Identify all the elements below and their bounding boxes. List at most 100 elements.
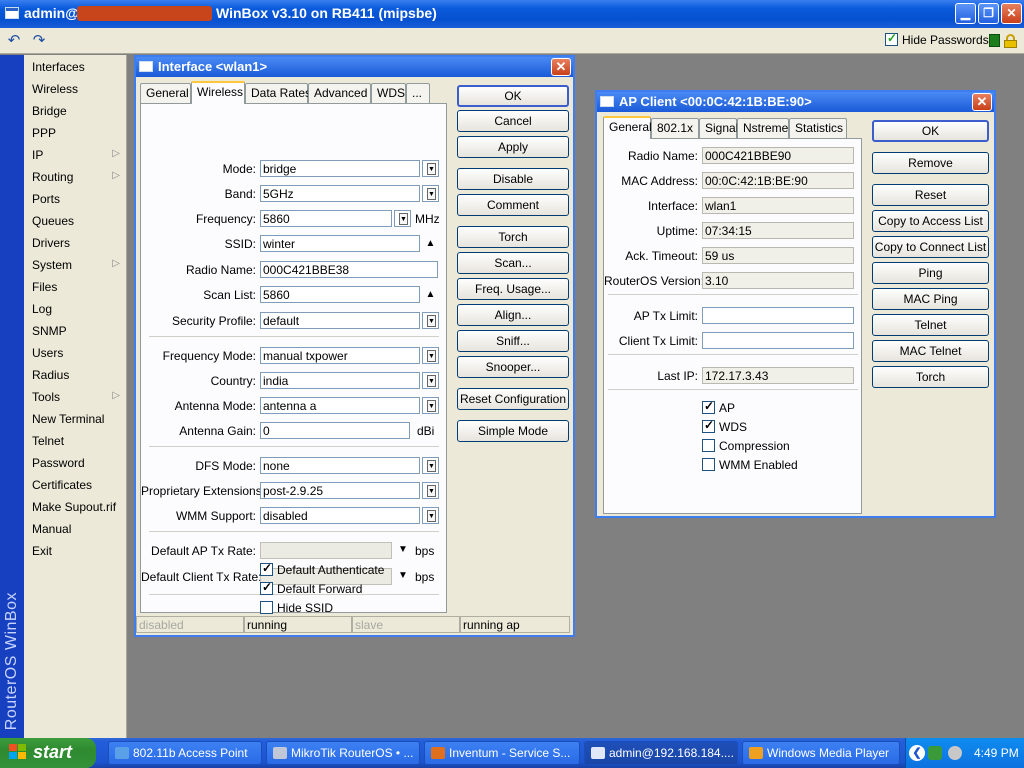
start-button[interactable]: start bbox=[0, 738, 96, 768]
align-button[interactable]: Align... bbox=[457, 304, 569, 326]
sidebar-item-interfaces[interactable]: Interfaces bbox=[32, 60, 124, 78]
wmm-field[interactable]: disabled bbox=[260, 507, 420, 524]
dropdown-arrow-icon[interactable] bbox=[422, 457, 439, 474]
sidebar-item-password[interactable]: Password bbox=[32, 456, 124, 474]
copy-to-connect-list-button[interactable]: Copy to Connect List bbox=[872, 236, 989, 258]
ap-tx-rate-field[interactable] bbox=[260, 542, 392, 559]
dropdown-arrow-icon[interactable]: ▼ bbox=[398, 544, 408, 555]
taskbar-item-4[interactable]: admin@192.168.184.... bbox=[584, 741, 738, 765]
tab-signal[interactable]: Signal bbox=[699, 118, 738, 138]
telnet-button[interactable]: Telnet bbox=[872, 314, 989, 336]
tab-data-rates[interactable]: Data Rates bbox=[245, 83, 311, 103]
tab-advanced[interactable]: Advanced bbox=[308, 83, 371, 103]
scan-button[interactable]: Scan... bbox=[457, 252, 569, 274]
sidebar-item-certificates[interactable]: Certificates bbox=[32, 478, 124, 496]
dropdown-arrow-icon[interactable] bbox=[422, 347, 439, 364]
sidebar-item-exit[interactable]: Exit bbox=[32, 544, 124, 562]
sidebar-item-snmp[interactable]: SNMP bbox=[32, 324, 124, 342]
compression-checkbox[interactable]: Compression bbox=[702, 439, 790, 453]
ok-button[interactable]: OK bbox=[457, 85, 569, 107]
sidebar-item-tools[interactable]: Tools ▷ bbox=[32, 390, 124, 408]
sidebar-item-files[interactable]: Files bbox=[32, 280, 124, 298]
close-button[interactable]: ✕ bbox=[1001, 3, 1022, 24]
torch-button[interactable]: Torch bbox=[457, 226, 569, 248]
sidebar-item-radius[interactable]: Radius bbox=[32, 368, 124, 386]
dropdown-arrow-icon[interactable] bbox=[394, 210, 411, 227]
sidebar-item-make-supout-rif[interactable]: Make Supout.rif bbox=[32, 500, 124, 518]
antenna-gain-field[interactable]: 0 bbox=[260, 422, 410, 439]
default-authenticate-checkbox[interactable]: Default Authenticate bbox=[260, 561, 384, 577]
dropdown-arrow-icon[interactable] bbox=[422, 372, 439, 389]
sidebar-item-ports[interactable]: Ports bbox=[32, 192, 124, 210]
cancel-button[interactable]: Cancel bbox=[457, 110, 569, 132]
sidebar-item-routing[interactable]: Routing ▷ bbox=[32, 170, 124, 188]
reset-configuration-button[interactable]: Reset Configuration bbox=[457, 388, 569, 410]
collapse-arrow-icon[interactable]: ▲ bbox=[422, 286, 439, 303]
torch-button[interactable]: Torch bbox=[872, 366, 989, 388]
snooper-button[interactable]: Snooper... bbox=[457, 356, 569, 378]
apply-button[interactable]: Apply bbox=[457, 136, 569, 158]
undo-icon[interactable]: ↶ bbox=[3, 31, 25, 51]
ap-client-window-title-bar[interactable]: AP Client <00:0C:42:1B:BE:90> ✕ bbox=[597, 92, 994, 112]
disable-button[interactable]: Disable bbox=[457, 168, 569, 190]
tab-nstreme[interactable]: Nstreme bbox=[737, 118, 789, 138]
mac-ping-button[interactable]: MAC Ping bbox=[872, 288, 989, 310]
dfs-mode-field[interactable]: none bbox=[260, 457, 420, 474]
tab-wds[interactable]: WDS bbox=[371, 83, 406, 103]
tab-wireless[interactable]: Wireless bbox=[191, 81, 245, 104]
dropdown-arrow-icon[interactable] bbox=[422, 312, 439, 329]
dropdown-arrow-icon[interactable] bbox=[422, 160, 439, 177]
copy-to-access-list-button[interactable]: Copy to Access List bbox=[872, 210, 989, 232]
network-icon[interactable] bbox=[928, 746, 942, 760]
taskbar-item-1[interactable]: 802.11b Access Point bbox=[108, 741, 262, 765]
tab-general[interactable]: General bbox=[603, 116, 652, 139]
restore-button[interactable]: ❐ bbox=[978, 3, 999, 24]
sidebar-item-system[interactable]: System ▷ bbox=[32, 258, 124, 276]
sidebar-item-wireless[interactable]: Wireless bbox=[32, 82, 124, 100]
client-tx-limit-field[interactable] bbox=[702, 332, 854, 349]
dropdown-arrow-icon[interactable] bbox=[422, 482, 439, 499]
frequency-field[interactable]: 5860 bbox=[260, 210, 392, 227]
ok-button[interactable]: OK bbox=[872, 120, 989, 142]
taskbar-item-2[interactable]: MikroTik RouterOS • ... bbox=[266, 741, 420, 765]
simple-mode-button[interactable]: Simple Mode bbox=[457, 420, 569, 442]
mode-field[interactable]: bridge bbox=[260, 160, 420, 177]
sidebar-item-ip[interactable]: IP ▷ bbox=[32, 148, 124, 166]
ssid-field[interactable]: winter bbox=[260, 235, 420, 252]
taskbar-item-5[interactable]: Windows Media Player bbox=[742, 741, 900, 765]
dropdown-arrow-icon[interactable] bbox=[422, 185, 439, 202]
interface-close-button[interactable]: ✕ bbox=[551, 58, 571, 76]
ap-checkbox[interactable]: AP bbox=[702, 399, 735, 415]
dropdown-arrow-icon[interactable]: ▼ bbox=[398, 570, 408, 581]
collapse-arrow-icon[interactable]: ▲ bbox=[422, 235, 439, 252]
sidebar-item-drivers[interactable]: Drivers bbox=[32, 236, 124, 254]
tab-802-1x[interactable]: 802.1x bbox=[651, 118, 699, 138]
sidebar-item-new-terminal[interactable]: New Terminal bbox=[32, 412, 124, 430]
tab-general[interactable]: General bbox=[140, 83, 191, 103]
sidebar-item-bridge[interactable]: Bridge bbox=[32, 104, 124, 122]
remove-button[interactable]: Remove bbox=[872, 152, 989, 174]
proprietary-field[interactable]: post-2.9.25 bbox=[260, 482, 420, 499]
hide-ssid-checkbox[interactable]: Hide SSID bbox=[260, 601, 333, 615]
sidebar-item-users[interactable]: Users bbox=[32, 346, 124, 364]
reset-button[interactable]: Reset bbox=[872, 184, 989, 206]
mac-telnet-button[interactable]: MAC Telnet bbox=[872, 340, 989, 362]
ap-client-close-button[interactable]: ✕ bbox=[972, 93, 992, 111]
volume-icon[interactable] bbox=[948, 746, 962, 760]
minimize-button[interactable]: ▁ bbox=[955, 3, 976, 24]
country-field[interactable]: india bbox=[260, 372, 420, 389]
hide-passwords-checkbox[interactable]: Hide Passwords bbox=[885, 31, 989, 47]
sidebar-item-telnet[interactable]: Telnet bbox=[32, 434, 124, 452]
sniff-button[interactable]: Sniff... bbox=[457, 330, 569, 352]
ap-tx-limit-field[interactable] bbox=[702, 307, 854, 324]
tray-expand-icon[interactable]: ❮ bbox=[909, 745, 925, 761]
freq-usage-button[interactable]: Freq. Usage... bbox=[457, 278, 569, 300]
wds-checkbox[interactable]: WDS bbox=[702, 418, 747, 434]
sidebar-item-log[interactable]: Log bbox=[32, 302, 124, 320]
redo-icon[interactable]: ↷ bbox=[28, 31, 50, 51]
wmm-checkbox[interactable]: WMM Enabled bbox=[702, 458, 798, 472]
sidebar-item-manual[interactable]: Manual bbox=[32, 522, 124, 540]
sidebar-item-queues[interactable]: Queues bbox=[32, 214, 124, 232]
comment-button[interactable]: Comment bbox=[457, 194, 569, 216]
frequency-mode-field[interactable]: manual txpower bbox=[260, 347, 420, 364]
